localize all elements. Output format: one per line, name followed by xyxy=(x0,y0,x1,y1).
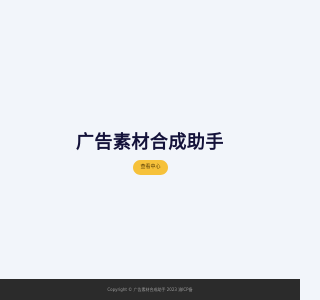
hero-title: 广告素材合成助手 xyxy=(76,132,224,153)
cta-button[interactable]: 查看中心 xyxy=(133,160,168,175)
footer-copyright: Copyright © 广告素材合成助手 2023 渝ICP备 xyxy=(107,287,193,292)
footer: Copyright © 广告素材合成助手 2023 渝ICP备 xyxy=(0,279,300,300)
hero-section: 广告素材合成助手 查看中心 xyxy=(0,0,300,279)
